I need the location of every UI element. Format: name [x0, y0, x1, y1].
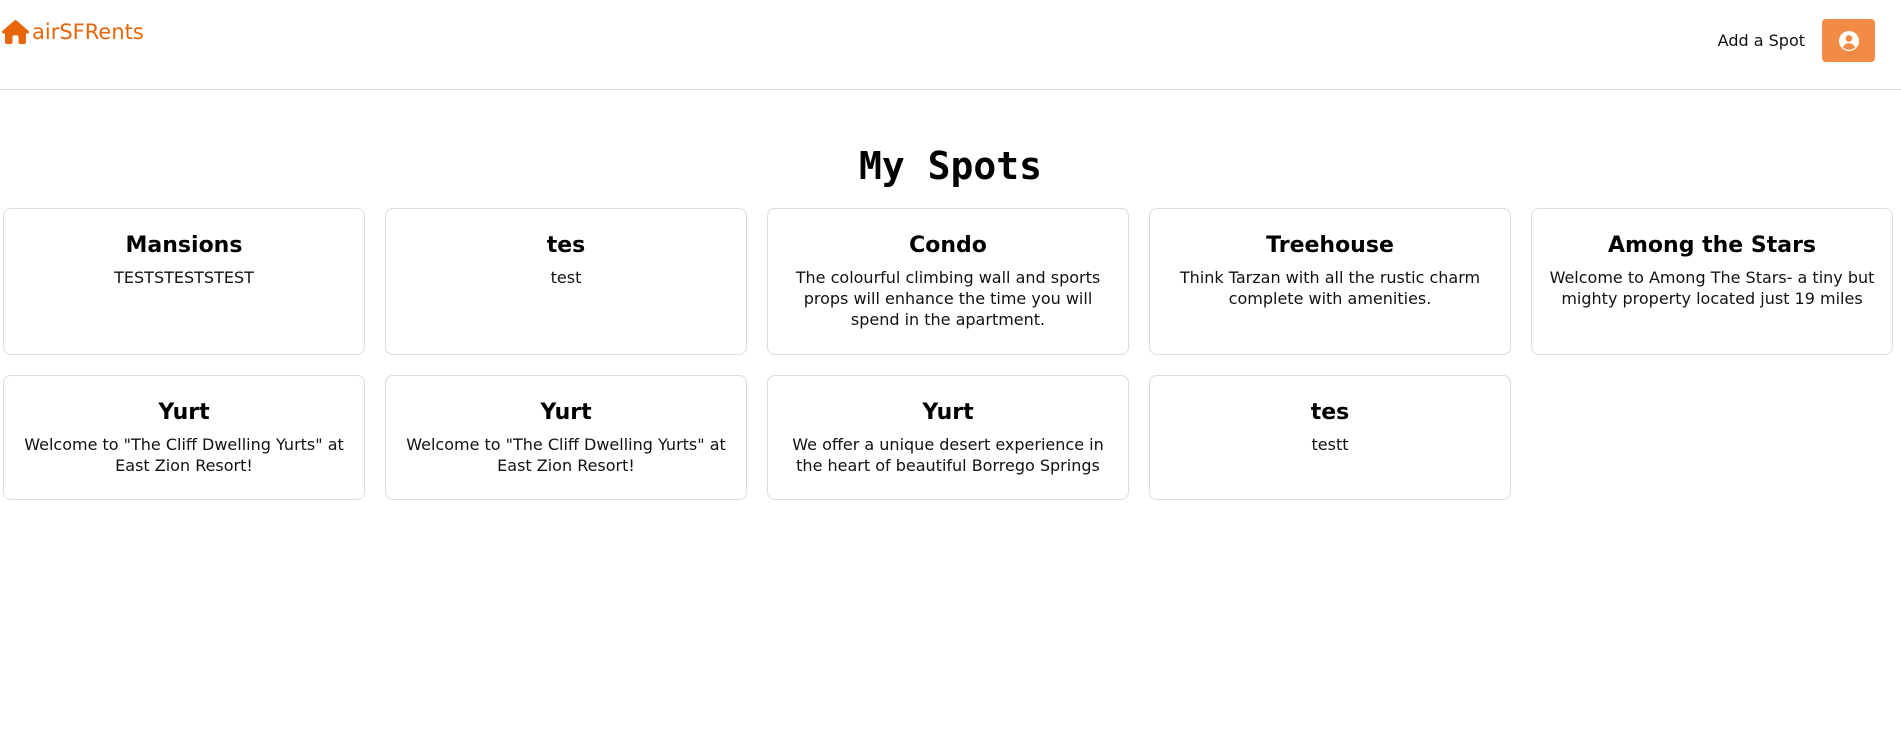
spot-title: Yurt: [540, 400, 592, 425]
spot-title: Yurt: [158, 400, 210, 425]
spot-card[interactable]: Yurt Welcome to "The Cliff Dwelling Yurt…: [3, 375, 365, 500]
user-circle-icon: [1837, 29, 1861, 53]
spot-description: test: [550, 268, 582, 287]
brand-name: airSFRents: [32, 20, 144, 44]
spot-title: Treehouse: [1266, 233, 1394, 258]
spot-card[interactable]: Condo The colourful climbing wall and sp…: [767, 208, 1129, 355]
spot-card[interactable]: Mansions TESTSTESTSTEST: [3, 208, 365, 355]
add-spot-link[interactable]: Add a Spot: [1718, 31, 1805, 50]
spot-card[interactable]: tes testt: [1149, 375, 1511, 500]
spot-card[interactable]: Among the Stars Welcome to Among The Sta…: [1531, 208, 1893, 355]
spot-card[interactable]: Yurt We offer a unique desert experience…: [767, 375, 1129, 500]
nav-actions: Add a Spot: [1718, 19, 1875, 62]
spot-title: tes: [546, 233, 586, 258]
top-navbar: airSFRents Add a Spot: [0, 0, 1901, 90]
spot-description: The colourful climbing wall and sports p…: [795, 268, 1101, 329]
spots-grid: Mansions TESTSTESTSTEST tes test Condo T…: [3, 208, 1893, 500]
spot-title: Mansions: [125, 233, 243, 258]
spot-card[interactable]: Treehouse Think Tarzan with all the rust…: [1149, 208, 1511, 355]
spot-description: testt: [1311, 435, 1349, 454]
spot-description: Think Tarzan with all the rustic charm c…: [1179, 268, 1481, 308]
spot-title: Yurt: [922, 400, 974, 425]
page-title: My Spots: [858, 144, 1043, 188]
spot-card[interactable]: tes test: [385, 208, 747, 355]
spot-description: Welcome to "The Cliff Dwelling Yurts" at…: [24, 435, 344, 475]
spot-title: Among the Stars: [1607, 233, 1817, 258]
spot-description: Welcome to Among The Stars- a tiny but m…: [1549, 268, 1875, 308]
spot-title: Condo: [909, 233, 987, 258]
brand-logo-link[interactable]: airSFRents: [2, 20, 144, 44]
profile-menu-button[interactable]: [1822, 19, 1875, 62]
spot-description: We offer a unique desert experience in t…: [792, 435, 1104, 475]
spot-card[interactable]: Yurt Welcome to "The Cliff Dwelling Yurt…: [385, 375, 747, 500]
spot-title: tes: [1310, 400, 1350, 425]
home-icon: [2, 20, 29, 44]
spot-description: Welcome to "The Cliff Dwelling Yurts" at…: [406, 435, 726, 475]
spot-description: TESTSTESTSTEST: [114, 268, 254, 287]
